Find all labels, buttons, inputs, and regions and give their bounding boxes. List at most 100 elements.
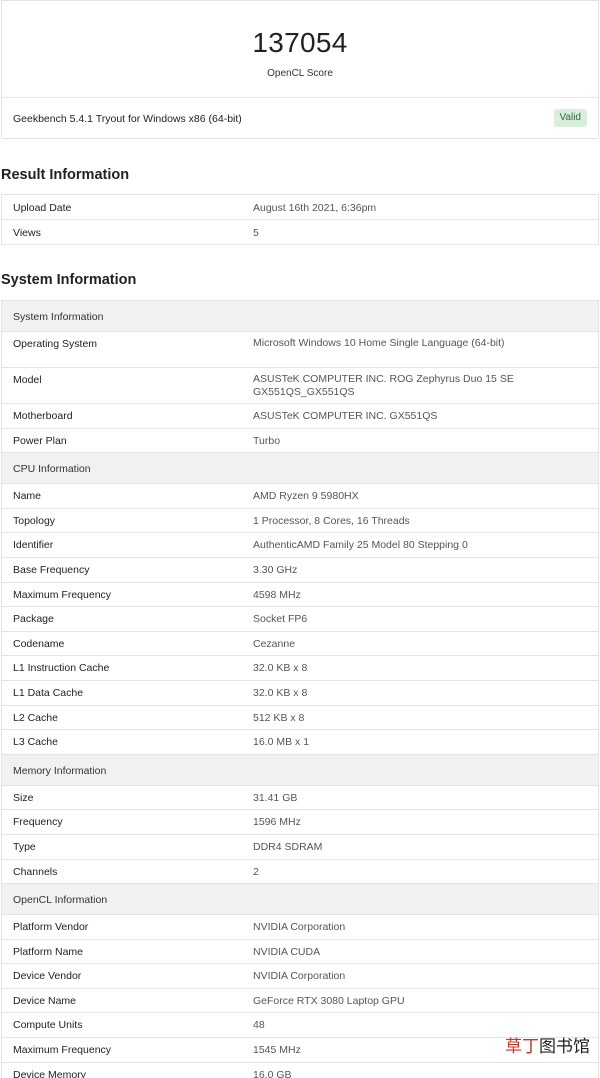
score-header: 137054 OpenCL Score (2, 1, 598, 98)
row-key: Maximum Frequency (13, 588, 112, 601)
group-header-label: OpenCL Information (13, 894, 108, 907)
group-header-label: System Information (13, 311, 104, 323)
row-key: L1 Instruction Cache (13, 662, 110, 675)
row-key: Identifier (13, 539, 54, 552)
score-card: 137054 OpenCL Score Geekbench 5.4.1 Tryo… (1, 0, 599, 139)
row-key: Motherboard (13, 410, 73, 422)
row-value: Socket FP6 (253, 613, 308, 626)
row-value: NVIDIA CUDA (253, 945, 321, 958)
table-row: L1 Data Cache 32.0 KB x 8 (2, 679, 598, 705)
table-row: Model ASUSTeK COMPUTER INC. ROG Zephyrus … (2, 367, 598, 403)
table-row: Topology 1 Processor, 8 Cores, 16 Threads (2, 507, 598, 533)
row-value: 31.41 GB (253, 791, 298, 804)
row-key: Codename (13, 637, 65, 650)
row-value: 1596 MHz (253, 816, 301, 829)
row-key: Device Vendor (13, 970, 82, 983)
table-row: Name AMD Ryzen 9 5980HX (2, 483, 598, 508)
row-value: 2 (253, 865, 259, 878)
row-value: 1 Processor, 8 Cores, 16 Threads (253, 514, 410, 527)
row-value: 32.0 KB x 8 (253, 686, 308, 699)
table-row: Platform Name NVIDIA CUDA (2, 938, 598, 964)
row-key: Platform Vendor (13, 921, 89, 934)
table-row: Upload Date August 16th 2021, 6:36pm (2, 194, 598, 219)
row-key: Compute Units (13, 1019, 83, 1032)
row-value: GeForce RTX 3080 Laptop GPU (253, 994, 405, 1007)
row-key: L1 Data Cache (13, 686, 84, 699)
row-key: Platform Name (13, 945, 84, 958)
row-value: Cezanne (253, 637, 296, 650)
group-header-row: CPU Information (2, 452, 598, 484)
row-key: L3 Cache (13, 736, 58, 749)
row-value: 512 KB x 8 (253, 711, 305, 724)
group-header-label: Memory Information (13, 764, 107, 777)
row-key: Operating System (13, 338, 98, 350)
table-row: Views 5 (2, 219, 598, 244)
table-row: Type DDR4 SDRAM (2, 833, 598, 859)
row-key: Model (13, 374, 42, 386)
system-information-title: System Information (1, 272, 137, 288)
valid-badge: Valid (553, 109, 587, 127)
table-row: Operating System Microsoft Windows 10 Hom… (2, 331, 598, 367)
table-row: Device Name GeForce RTX 3080 Laptop GPU (2, 987, 598, 1013)
group-header-row: Memory Information (2, 753, 598, 785)
row-key: Name (13, 490, 42, 503)
row-value: AMD Ryzen 9 5980HX (253, 490, 359, 503)
opencl-score-value: 137054 (252, 27, 348, 58)
table-row: Base Frequency 3.30 GHz (2, 556, 598, 582)
row-key: Size (13, 791, 34, 804)
table-row: Motherboard ASUSTeK COMPUTER INC. GX551QS (2, 403, 598, 428)
result-information-table: Upload Date August 16th 2021, 6:36pm Views… (1, 194, 599, 245)
row-value: Turbo (253, 434, 281, 447)
row-key: Channels (13, 865, 58, 878)
row-value: 16.0 GB (253, 1068, 292, 1078)
row-value: August 16th 2021, 6:36pm (253, 202, 377, 214)
row-key: Topology (13, 514, 56, 527)
geekbench-version: Geekbench 5.4.1 Tryout for Windows x86 (… (13, 113, 242, 125)
row-key: Power Plan (13, 434, 67, 447)
row-value: 16.0 MB x 1 (253, 736, 310, 749)
row-key: L2 Cache (13, 711, 58, 724)
row-value: AuthenticAMD Family 25 Model 80 Stepping… (253, 539, 468, 552)
table-row: Identifier AuthenticAMD Family 25 Model 8… (2, 532, 598, 557)
opencl-score-label: OpenCL Score (267, 68, 333, 79)
row-key: Device Name (13, 994, 77, 1007)
table-row: Platform Vendor NVIDIA Corporation (2, 914, 598, 939)
site-watermark: 草丁图书馆 (505, 1032, 590, 1057)
table-row: Frequency 1596 MHz (2, 809, 598, 834)
table-row: Codename Cezanne (2, 630, 598, 656)
watermark-dark-text: 图书馆 (539, 1037, 590, 1057)
row-key: Upload Date (13, 202, 72, 214)
row-value: Microsoft Windows 10 Home Single Languag… (253, 337, 505, 349)
row-value: ASUSTeK COMPUTER INC. ROG Zephyrus Duo 1… (253, 373, 514, 398)
row-value: ASUSTeK COMPUTER INC. GX551QS (253, 410, 438, 422)
table-row: Channels 2 (2, 858, 598, 884)
system-information-table: System Information Operating System Micros… (1, 300, 599, 1078)
row-key: Frequency (13, 816, 63, 829)
row-value: NVIDIA Corporation (253, 921, 346, 934)
row-key: Type (13, 840, 36, 853)
table-row: Power Plan Turbo (2, 427, 598, 453)
table-row: Device Vendor NVIDIA Corporation (2, 963, 598, 988)
table-row: Device Memory 16.0 GB (2, 1061, 598, 1078)
table-row: L3 Cache 16.0 MB x 1 (2, 729, 598, 754)
row-key: Package (13, 613, 54, 626)
group-header-row: System Information (2, 300, 598, 331)
table-row: L1 Instruction Cache 32.0 KB x 8 (2, 655, 598, 680)
row-value: 5 (253, 227, 259, 239)
row-value: 4598 MHz (253, 588, 301, 601)
table-row: L2 Cache 512 KB x 8 (2, 704, 598, 730)
row-value: 32.0 KB x 8 (253, 662, 308, 675)
row-key: Views (13, 227, 41, 239)
row-value: 3.30 GHz (253, 563, 298, 576)
version-bar: Geekbench 5.4.1 Tryout for Windows x86 (… (2, 98, 598, 139)
row-key: Maximum Frequency (13, 1044, 112, 1057)
table-row: Maximum Frequency 4598 MHz (2, 581, 598, 607)
row-value: 48 (253, 1019, 265, 1032)
row-value: DDR4 SDRAM (253, 840, 323, 853)
table-row: Size 31.41 GB (2, 784, 598, 810)
table-row: Package Socket FP6 (2, 606, 598, 631)
row-value: NVIDIA Corporation (253, 970, 346, 983)
row-key: Base Frequency (13, 563, 90, 576)
result-information-title: Result Information (1, 167, 130, 183)
group-header-row: OpenCL Information (2, 883, 598, 915)
